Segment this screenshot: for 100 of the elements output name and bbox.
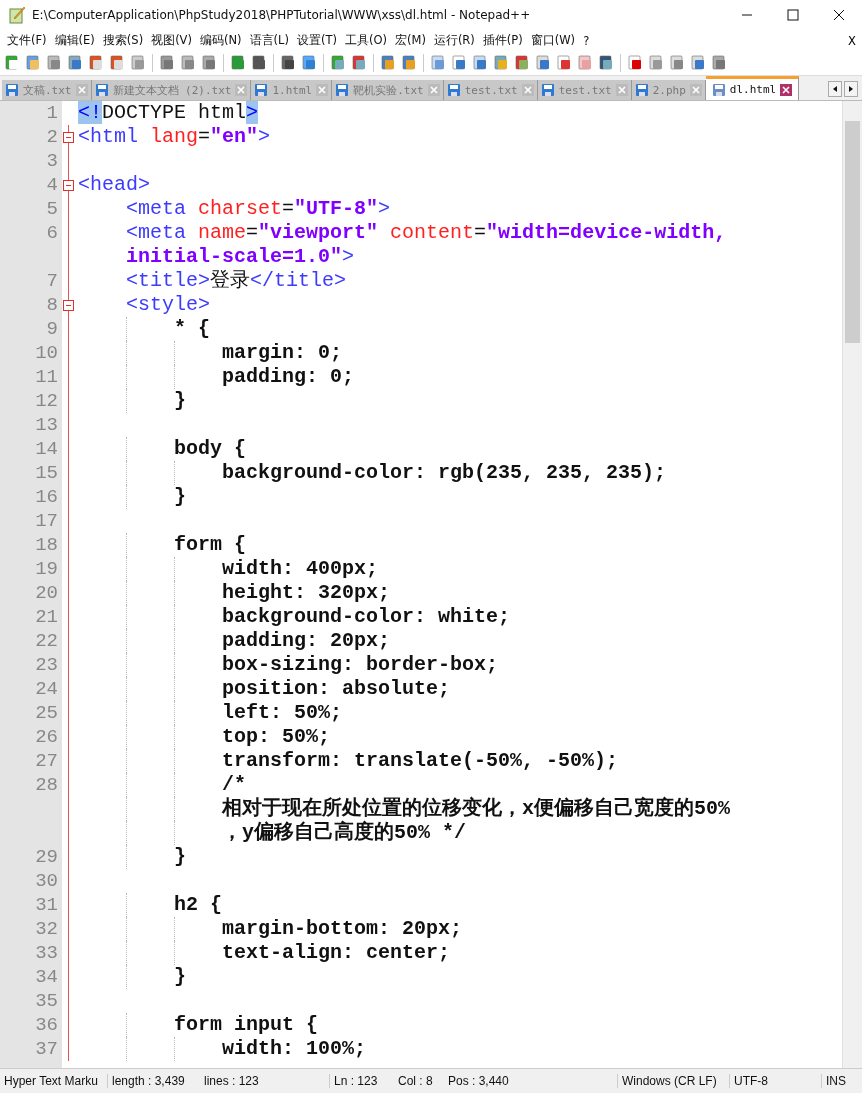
line-number: 16 bbox=[35, 486, 58, 508]
code-line: width: 400px; bbox=[222, 557, 379, 581]
scroll-left-icon[interactable] bbox=[828, 81, 842, 97]
code-line: <style> bbox=[126, 293, 210, 317]
line-number: 18 bbox=[35, 534, 58, 556]
line-number: 4 bbox=[46, 174, 58, 196]
tab-label: dl.html bbox=[729, 83, 777, 96]
code-line: form { bbox=[174, 533, 246, 557]
line-number: 29 bbox=[35, 846, 58, 868]
fold-toggle-icon[interactable] bbox=[63, 300, 74, 311]
line-number: 12 bbox=[35, 390, 58, 412]
eol-status: Windows (CR LF) bbox=[618, 1074, 730, 1088]
encoding-status: UTF-8 bbox=[730, 1074, 822, 1088]
menu-item[interactable]: 搜索(S) bbox=[99, 33, 149, 48]
menu-item[interactable]: 运行(R) bbox=[430, 33, 480, 48]
code-line: padding: 0; bbox=[222, 365, 355, 389]
code-line: } bbox=[174, 485, 186, 509]
close-document-button[interactable]: X bbox=[848, 33, 862, 48]
line-number: 7 bbox=[46, 270, 58, 292]
line-number: 24 bbox=[35, 678, 58, 700]
scroll-right-icon[interactable] bbox=[844, 81, 858, 97]
line-number: 14 bbox=[35, 438, 58, 460]
scrollbar-thumb[interactable] bbox=[845, 121, 860, 343]
menu-item[interactable]: ? bbox=[580, 33, 595, 48]
fold-toggle-icon[interactable] bbox=[63, 180, 74, 191]
line-number: 15 bbox=[35, 462, 58, 484]
menu-item[interactable]: 工具(O) bbox=[341, 33, 392, 48]
menu-item[interactable]: 文件(F) bbox=[4, 33, 52, 48]
line-number: 35 bbox=[35, 990, 58, 1012]
code-line: text-align: center; bbox=[222, 941, 451, 965]
file-tab[interactable]: dl.html bbox=[705, 76, 800, 100]
position-status: Pos : 3,440 bbox=[444, 1074, 618, 1088]
tab-label: 文稿.txt bbox=[23, 82, 72, 98]
menu-item[interactable]: 设置(T) bbox=[293, 33, 342, 48]
line-number: 9 bbox=[46, 318, 58, 340]
code-line: margin-bottom: 20px; bbox=[222, 917, 463, 941]
code-line: body { bbox=[174, 437, 246, 461]
code-line: <html lang="en"> bbox=[78, 125, 271, 149]
code-line: ，y偏移自己高度的50% */ bbox=[222, 821, 466, 845]
code-line: <!DOCTYPE html> bbox=[78, 101, 259, 125]
line-status: Ln : 123 bbox=[333, 1074, 379, 1088]
close-icon[interactable] bbox=[780, 83, 793, 96]
line-number: 10 bbox=[35, 342, 58, 364]
line-number: 33 bbox=[35, 942, 58, 964]
code-line: left: 50%; bbox=[222, 701, 343, 725]
code-line: margin: 0; bbox=[222, 341, 343, 365]
menu-item[interactable]: 语言(L) bbox=[246, 33, 294, 48]
code-line: padding: 20px; bbox=[222, 629, 391, 653]
code-line: height: 320px; bbox=[222, 581, 391, 605]
line-number: 6 bbox=[46, 222, 58, 244]
line-number: 26 bbox=[35, 726, 58, 748]
line-number: 21 bbox=[35, 606, 58, 628]
code-line: background-color: white; bbox=[222, 605, 511, 629]
menu-item[interactable]: 视图(V) bbox=[148, 33, 197, 48]
code-line: initial-scale=1.0"> bbox=[126, 245, 355, 269]
language-status: Hyper Text Marku bbox=[0, 1074, 108, 1088]
line-number: 27 bbox=[35, 750, 58, 772]
tab-label: 新建文本文档 (2).txt bbox=[112, 82, 232, 98]
code-line: box-sizing: border-box; bbox=[222, 653, 499, 677]
menu-item[interactable]: 编码(N) bbox=[196, 33, 247, 48]
tab-label: test.txt bbox=[558, 83, 612, 97]
code-line: background-color: rgb(235, 235, 235); bbox=[222, 461, 667, 485]
line-number: 13 bbox=[35, 414, 58, 436]
menu-item[interactable]: 宏(M) bbox=[391, 33, 431, 48]
line-number: 11 bbox=[35, 366, 58, 388]
close-icon[interactable] bbox=[833, 9, 845, 21]
menu-item[interactable]: 插件(P) bbox=[479, 33, 528, 48]
insert-mode-status: INS bbox=[825, 1074, 847, 1088]
lines-status: lines : 123 bbox=[200, 1074, 330, 1088]
line-number: 30 bbox=[35, 870, 58, 892]
menu-item[interactable]: 窗口(W) bbox=[527, 33, 581, 48]
vertical-scrollbar[interactable] bbox=[842, 101, 862, 1068]
line-number: 8 bbox=[46, 294, 58, 316]
line-number: 36 bbox=[35, 1014, 58, 1036]
menu-item[interactable]: 编辑(E) bbox=[51, 33, 100, 48]
tab-label: test.txt bbox=[464, 83, 518, 97]
line-number: 32 bbox=[35, 918, 58, 940]
line-number: 3 bbox=[46, 150, 58, 172]
window-title: E:\ComputerApplication\PhpStudy2018\PHPTutorial\WWW\xss\dl.html - Notepad++ bbox=[32, 8, 532, 22]
code-line: 相对于现在所处位置的位移变化，x便偏移自己宽度的50% bbox=[222, 797, 730, 820]
code-line: } bbox=[174, 965, 186, 989]
code-line: } bbox=[174, 389, 186, 413]
column-status: Col : 8 bbox=[397, 1074, 434, 1088]
code-line: } bbox=[174, 845, 186, 869]
maximize-icon[interactable] bbox=[787, 9, 799, 21]
fold-toggle-icon[interactable] bbox=[63, 132, 74, 143]
line-number: 2 bbox=[46, 126, 58, 148]
code-line: <head> bbox=[78, 173, 150, 197]
length-status: length : 3,439 bbox=[111, 1074, 186, 1088]
tab-label: 靶机实验.txt bbox=[353, 82, 424, 98]
line-number: 34 bbox=[35, 966, 58, 988]
line-number: 19 bbox=[35, 558, 58, 580]
code-line: position: absolute; bbox=[222, 677, 451, 701]
code-line: top: 50%; bbox=[222, 725, 331, 749]
line-number: 20 bbox=[35, 582, 58, 604]
tab-label: 2.php bbox=[652, 83, 686, 97]
line-number: 37 bbox=[35, 1038, 58, 1060]
code-line: transform: translate(-50%, -50%); bbox=[222, 749, 619, 773]
code-line: * { bbox=[174, 317, 210, 341]
code-line: /* bbox=[222, 773, 246, 797]
